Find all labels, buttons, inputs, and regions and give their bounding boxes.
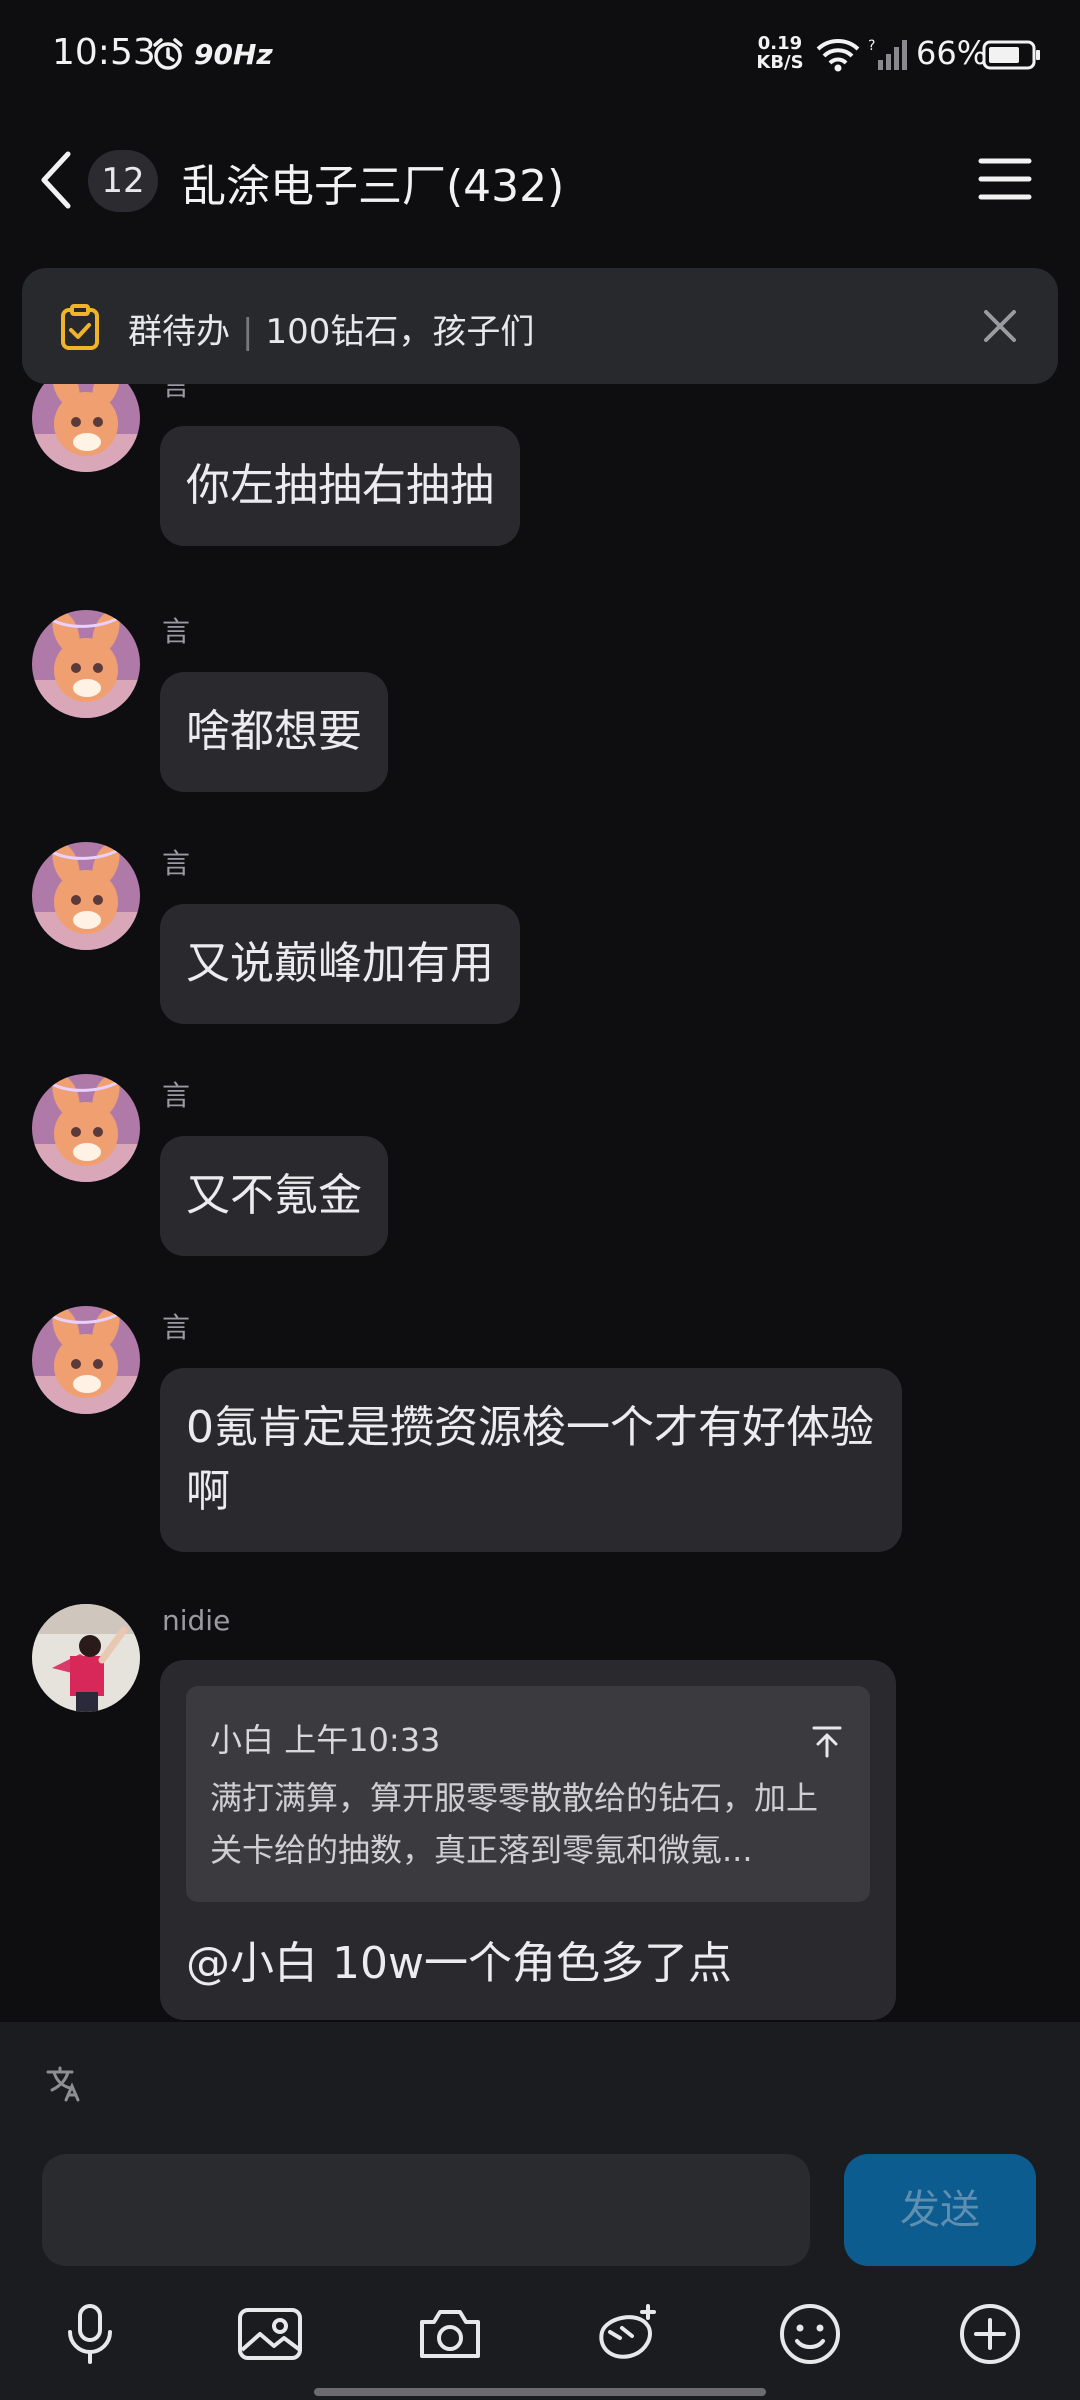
message-bubble[interactable]: 小白 上午10:33 满打满算，算开服零零散散给的钻石，加上关卡给的抽数，真正落…	[160, 1660, 896, 2020]
avatar[interactable]	[32, 842, 140, 950]
wifi-icon	[816, 38, 860, 76]
group-todo-banner[interactable]: 群待办 | 100钻石，孩子们	[22, 268, 1058, 384]
message-bubble[interactable]: 0氪肯定是攒资源梭一个才有好体验啊	[160, 1368, 902, 1552]
svg-text:?: ?	[868, 38, 875, 54]
todo-divider: |	[242, 312, 254, 352]
battery-percent: 66%	[916, 34, 988, 72]
quoted-message[interactable]: 小白 上午10:33 满打满算，算开服零零散散给的钻石，加上关卡给的抽数，真正落…	[186, 1686, 870, 1902]
sender-name: 言	[162, 1311, 191, 1344]
alarm-icon	[150, 36, 186, 76]
jump-to-original-icon[interactable]	[810, 1712, 844, 1776]
close-icon[interactable]	[982, 308, 1018, 348]
status-time: 10:53	[52, 32, 156, 73]
home-indicator[interactable]	[314, 2388, 766, 2396]
cellular-signal-icon: ?	[868, 36, 912, 76]
quote-time: 上午10:33	[284, 1721, 441, 1759]
sender-name: nidie	[162, 1604, 231, 1637]
battery-icon	[982, 40, 1042, 74]
message-list[interactable]: 言 你左抽抽右抽抽 言 啥都想要 言 又说巅峰加有用 言 又不氪金 言 0氪肯定…	[0, 384, 1080, 2022]
plus-icon[interactable]	[948, 2292, 1032, 2376]
message-bubble[interactable]: 啥都想要	[160, 672, 388, 792]
todo-label: 群待办	[128, 312, 230, 352]
avatar[interactable]	[32, 1306, 140, 1414]
network-speed-unit: KB/S	[756, 52, 804, 73]
back-arrow-icon[interactable]	[36, 148, 76, 216]
quote-header: 小白 上午10:33	[210, 1708, 440, 1772]
quote-author: 小白	[210, 1721, 275, 1759]
microphone-icon[interactable]	[48, 2292, 132, 2376]
network-speed-value: 0.19	[757, 33, 803, 54]
todo-content: 100钻石，孩子们	[265, 312, 535, 352]
todo-text: 群待办 | 100钻石，孩子们	[128, 304, 534, 353]
group-title: 乱涂电子三厂(432)	[182, 161, 565, 212]
translate-icon[interactable]	[44, 2064, 84, 2108]
avatar[interactable]	[32, 384, 140, 472]
image-icon[interactable]	[228, 2292, 312, 2376]
sender-name: 言	[162, 615, 191, 648]
avatar[interactable]	[32, 1074, 140, 1182]
unread-count-badge[interactable]: 12	[88, 150, 158, 212]
sender-name: 言	[162, 1079, 191, 1112]
send-button[interactable]: 发送	[844, 2154, 1036, 2266]
sticker-icon[interactable]	[586, 2292, 670, 2376]
avatar[interactable]	[32, 1604, 140, 1712]
reply-text: @小白 10w一个角色多了点	[186, 1938, 732, 1989]
emoji-icon[interactable]	[768, 2292, 852, 2376]
sender-name: 言	[162, 847, 191, 880]
refresh-rate: 90Hz	[194, 38, 273, 71]
sender-name: 言	[162, 384, 191, 402]
composer: 发送	[0, 2022, 1080, 2400]
message-bubble[interactable]: 又不氪金	[160, 1136, 388, 1256]
message-bubble[interactable]: 又说巅峰加有用	[160, 904, 520, 1024]
camera-icon[interactable]	[408, 2292, 492, 2376]
message-input[interactable]	[42, 2154, 810, 2266]
quote-text: 满打满算，算开服零零散散给的钻石，加上关卡给的抽数，真正落到零氪和微氪...	[210, 1779, 819, 1869]
network-speed: 0.19 KB/S	[752, 34, 808, 72]
todo-clipboard-icon	[58, 304, 102, 356]
menu-icon[interactable]	[978, 156, 1032, 206]
status-bar: 10:53 90Hz 0.19 KB/S ? 66%	[0, 0, 1080, 110]
message-bubble[interactable]: 你左抽抽右抽抽	[160, 426, 520, 546]
avatar[interactable]	[32, 610, 140, 718]
chat-header: 12 乱涂电子三厂(432)	[0, 110, 1080, 250]
